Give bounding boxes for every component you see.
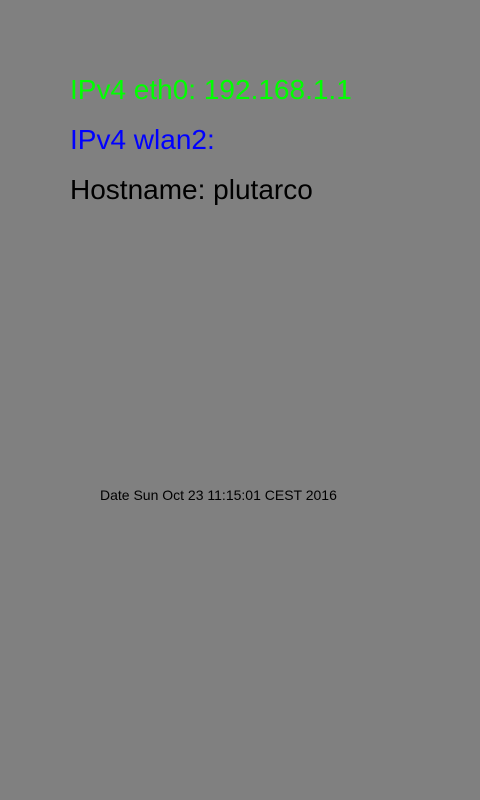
status-screen: IPv4 eth0: 192.168.1.1 IPv4 wlan2: Hostn… (0, 0, 480, 800)
hostname-label: Hostname: plutarco (70, 174, 313, 205)
eth0-ip-label: IPv4 eth0: 192.168.1.1 (70, 74, 352, 105)
wlan2-ip-label: IPv4 wlan2: (70, 124, 215, 155)
date-label: Date Sun Oct 23 11:15:01 CEST 2016 (100, 487, 337, 503)
